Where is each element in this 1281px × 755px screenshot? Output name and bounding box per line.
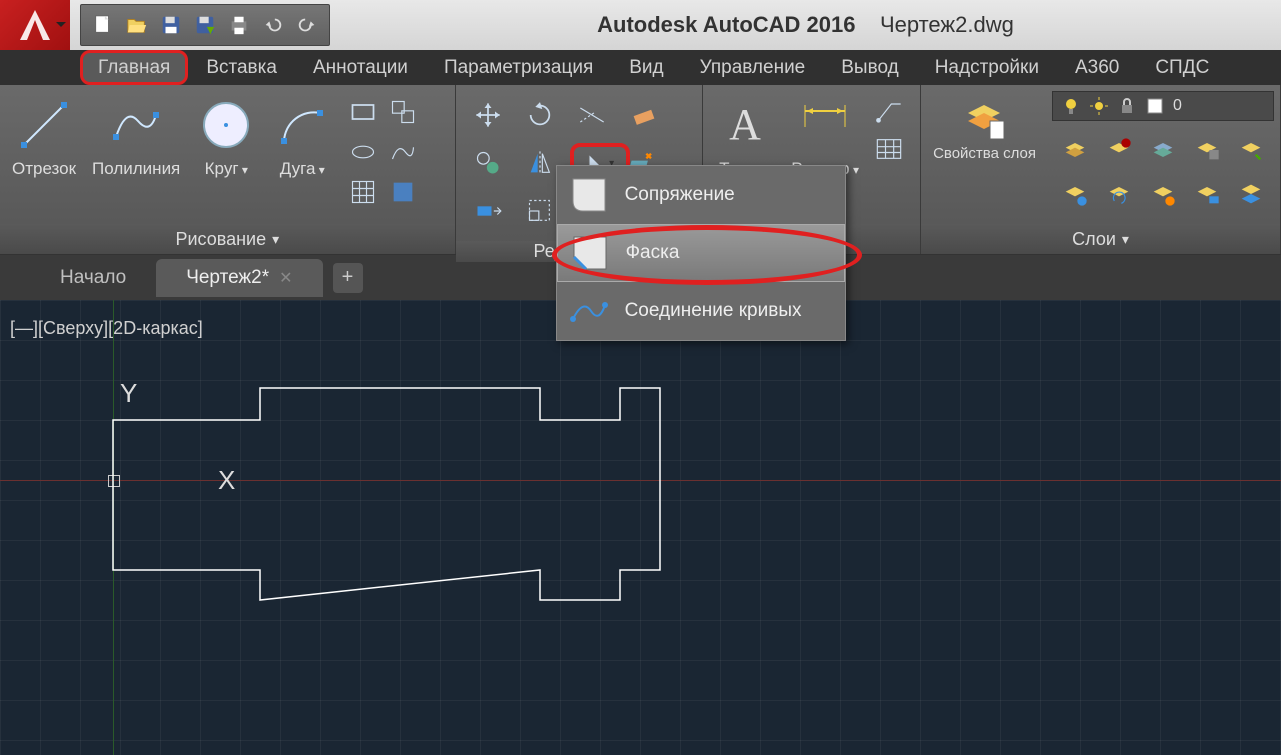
tab-manage[interactable]: Управление <box>682 50 824 85</box>
ribbon-tabs: Главная Вставка Аннотации Параметризация… <box>0 50 1281 85</box>
new-tab-button[interactable]: + <box>333 263 363 293</box>
region-icon[interactable] <box>386 175 420 209</box>
table-icon[interactable] <box>875 135 903 163</box>
move-icon[interactable] <box>466 95 510 135</box>
leader-icon[interactable] <box>875 97 903 125</box>
menu-chamfer[interactable]: Фаска <box>557 224 845 282</box>
tab-drawing[interactable]: Чертеж2* ✕ <box>156 259 322 297</box>
layer-merge-icon[interactable] <box>1232 175 1270 213</box>
svg-text:A: A <box>729 100 761 149</box>
tab-home[interactable]: Главная <box>80 50 188 85</box>
ellipse-icon[interactable] <box>346 135 380 169</box>
tab-a360[interactable]: A360 <box>1057 50 1137 85</box>
chamfer-icon <box>570 233 610 273</box>
layer-lock-icon[interactable] <box>1188 131 1226 169</box>
copy-icon[interactable] <box>466 143 510 183</box>
saveas-icon[interactable] <box>191 11 219 39</box>
panel-modify: ▾ Редактир Сопряжение Фаска С <box>456 85 704 254</box>
line-button[interactable]: Отрезок <box>6 91 82 183</box>
menu-blend[interactable]: Соединение кривых <box>557 282 845 340</box>
tab-start[interactable]: Начало <box>30 259 156 297</box>
dimension-icon <box>795 95 855 155</box>
erase-icon[interactable] <box>622 95 666 135</box>
polyline-icon <box>106 95 166 155</box>
undo-icon[interactable] <box>259 11 287 39</box>
layer-unlock-icon[interactable] <box>1188 175 1226 213</box>
layer-selector[interactable]: 0 <box>1052 91 1274 121</box>
drawing-canvas[interactable]: [—][Сверху][2D-каркас] X Y <box>0 300 1281 755</box>
tab-annotate[interactable]: Аннотации <box>295 50 426 85</box>
tab-addins[interactable]: Надстройки <box>917 50 1057 85</box>
print-icon[interactable] <box>225 11 253 39</box>
app-menu-button[interactable] <box>0 0 70 50</box>
rectangle2-icon[interactable] <box>386 95 420 129</box>
tab-output[interactable]: Вывод <box>823 50 916 85</box>
spline-icon[interactable] <box>386 135 420 169</box>
tab-view[interactable]: Вид <box>611 50 681 85</box>
new-icon[interactable] <box>89 11 117 39</box>
layer-iso-icon[interactable] <box>1056 175 1094 213</box>
panel-layers-title[interactable]: Слои <box>921 224 1280 254</box>
open-icon[interactable] <box>123 11 151 39</box>
lightbulb-icon <box>1061 96 1081 116</box>
sun-icon <box>1089 96 1109 116</box>
trim-icon[interactable] <box>570 95 614 135</box>
layer-prev-icon[interactable] <box>1100 175 1138 213</box>
rectangle-icon[interactable] <box>346 95 380 129</box>
save-icon[interactable] <box>157 11 185 39</box>
draw-small-buttons <box>342 91 424 213</box>
menu-fillet[interactable]: Сопряжение <box>557 166 845 224</box>
lock-icon <box>1117 96 1137 116</box>
close-icon[interactable]: ✕ <box>279 268 292 288</box>
panel-layers: Свойства слоя 0 <box>921 85 1281 254</box>
arc-icon <box>272 95 332 155</box>
blend-icon <box>569 291 609 331</box>
rotate-icon[interactable] <box>518 95 562 135</box>
layer-state-icon[interactable] <box>1056 131 1094 169</box>
tab-spds[interactable]: СПДС <box>1137 50 1227 85</box>
fillet-dropdown-menu: Сопряжение Фаска Соединение кривых <box>556 165 846 341</box>
redo-icon[interactable] <box>293 11 321 39</box>
layer-properties-button[interactable]: Свойства слоя <box>927 91 1042 167</box>
tab-parametric[interactable]: Параметризация <box>426 50 611 85</box>
text-icon: A <box>715 95 775 155</box>
color-swatch-icon <box>1145 96 1165 116</box>
tab-insert[interactable]: Вставка <box>188 50 295 85</box>
panel-draw-title[interactable]: Рисование <box>0 224 455 254</box>
title-bar: Autodesk AutoCAD 2016 Чертеж2.dwg <box>0 0 1281 50</box>
layer-thaw-icon[interactable] <box>1144 175 1182 213</box>
layer-properties-icon <box>962 95 1008 141</box>
circle-button[interactable]: Круг <box>190 91 262 183</box>
hatch-icon[interactable] <box>346 175 380 209</box>
line-icon <box>14 95 74 155</box>
window-title: Autodesk AutoCAD 2016 Чертеж2.dwg <box>330 12 1281 38</box>
drawing-geometry <box>0 300 1281 755</box>
layer-off-icon[interactable] <box>1100 131 1138 169</box>
layer-match-icon[interactable] <box>1232 131 1270 169</box>
polyline-button[interactable]: Полилиния <box>86 91 186 183</box>
panel-draw: Отрезок Полилиния Круг Дуга <box>0 85 456 254</box>
ribbon-panels: Отрезок Полилиния Круг Дуга <box>0 85 1281 255</box>
layer-freeze-icon[interactable] <box>1144 131 1182 169</box>
stretch-icon[interactable] <box>466 191 510 231</box>
quick-access-toolbar <box>80 4 330 46</box>
arc-button[interactable]: Дуга <box>266 91 338 183</box>
circle-icon <box>196 95 256 155</box>
fillet-icon <box>569 175 609 215</box>
